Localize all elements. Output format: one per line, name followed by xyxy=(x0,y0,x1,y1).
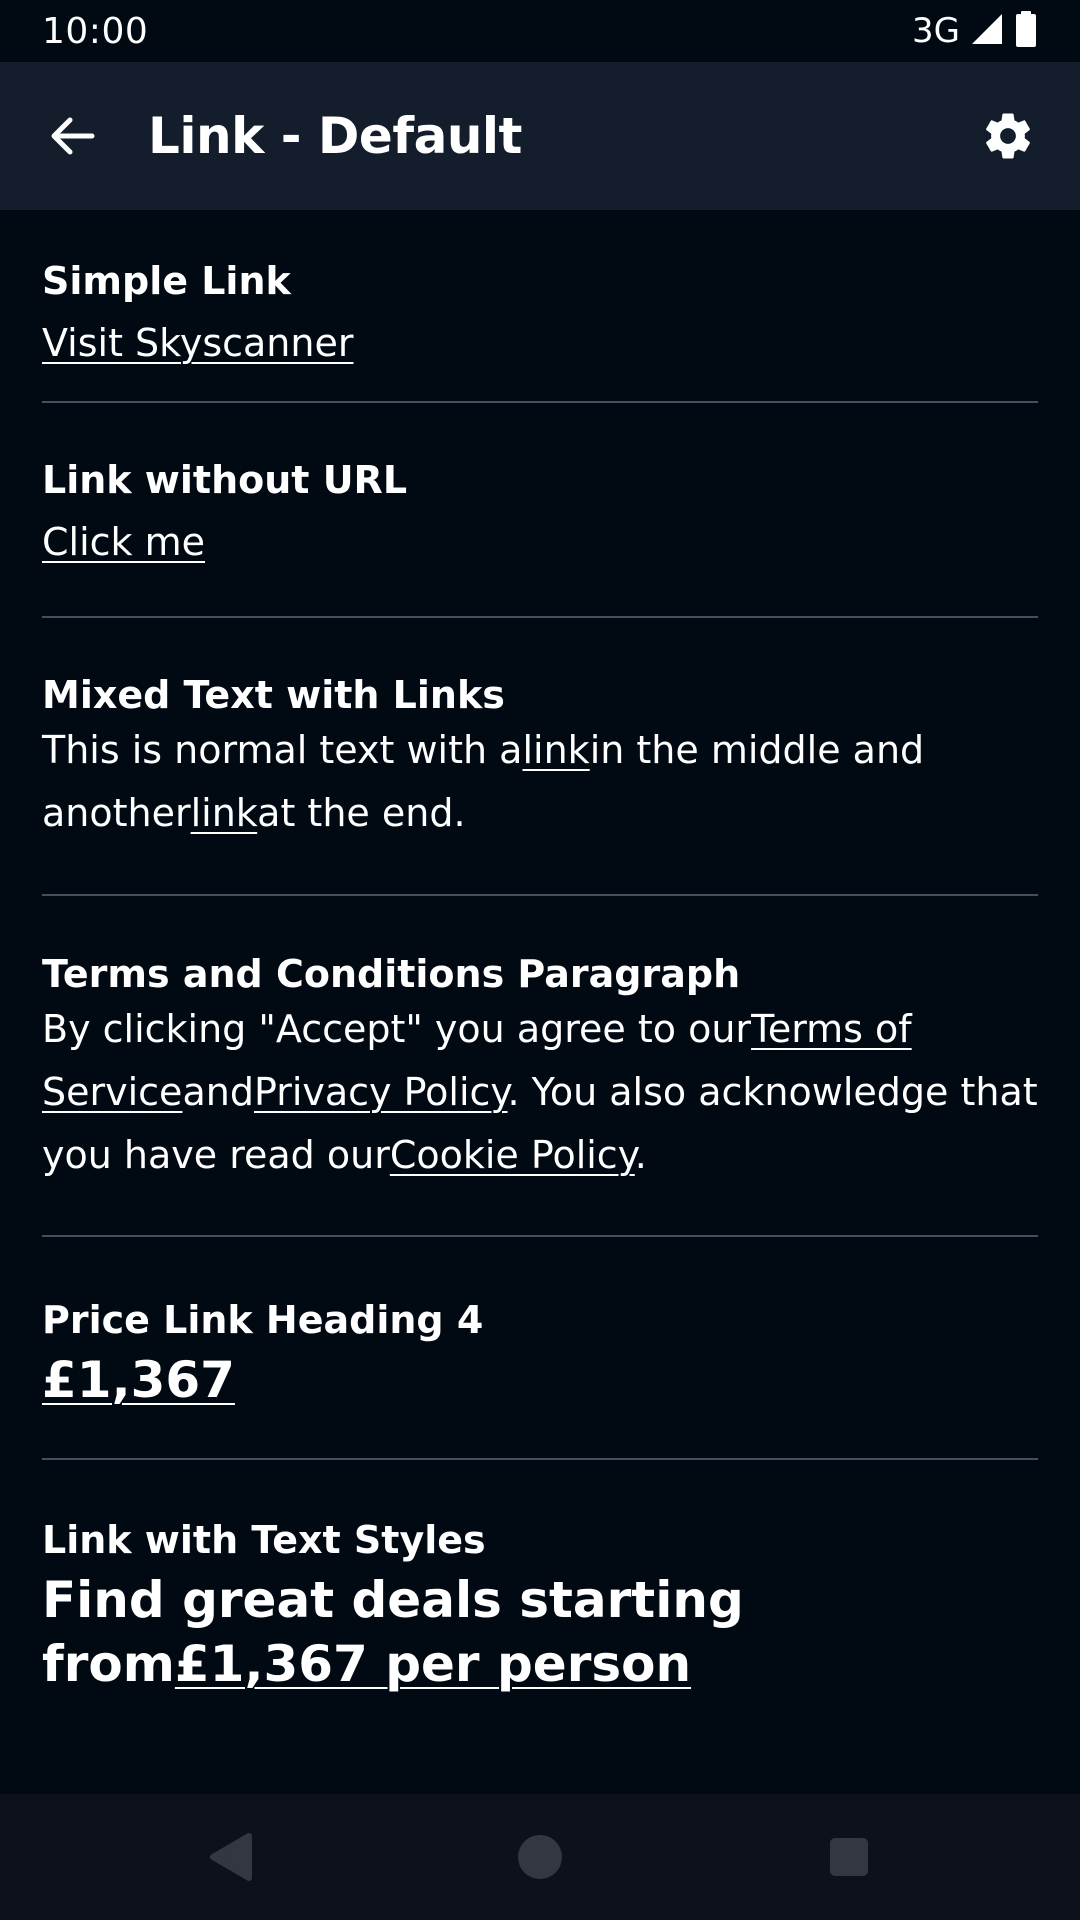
visit-skyscanner-link[interactable]: Visit Skyscanner xyxy=(42,321,353,365)
section-title: Link without URL xyxy=(42,458,408,502)
section-body: Click me xyxy=(42,511,1038,574)
end-link[interactable]: link xyxy=(191,791,258,835)
nav-back-icon xyxy=(210,1833,252,1881)
price-per-person-link[interactable]: £1,367 per person xyxy=(175,1635,691,1693)
page-title: Link - Default xyxy=(148,107,522,165)
terms-text-4: . xyxy=(634,1133,647,1177)
nav-recents-button[interactable] xyxy=(789,1794,909,1920)
mixed-text-3: at the end. xyxy=(257,791,466,835)
section-title: Mixed Text with Links xyxy=(42,673,505,717)
section-text-styles: Link with Text Styles Find great deals s… xyxy=(42,1460,1038,1696)
status-time: 10:00 xyxy=(42,10,149,52)
network-type: 3G xyxy=(912,11,960,51)
nav-recents-icon xyxy=(830,1838,868,1876)
section-mixed-text: Mixed Text with Links This is normal tex… xyxy=(42,618,1038,896)
status-icons: 3G xyxy=(912,11,1038,51)
nav-home-icon xyxy=(518,1835,562,1879)
price-link[interactable]: £1,367 xyxy=(42,1351,235,1409)
nav-back-button[interactable] xyxy=(170,1794,290,1920)
section-terms: Terms and Conditions Paragraph By clicki… xyxy=(42,896,1038,1237)
terms-text-2: and xyxy=(182,1070,254,1114)
section-body: Visit Skyscanner xyxy=(42,312,1038,375)
section-link-without-url: Link without URL Click me xyxy=(42,403,1038,618)
content: Simple Link Visit Skyscanner Link withou… xyxy=(42,210,1038,1696)
styled-paragraph: Find great deals starting from£1,367 per… xyxy=(42,1568,1038,1696)
gear-icon xyxy=(986,113,1030,159)
terms-paragraph: By clicking "Accept" you agree to ourTer… xyxy=(42,998,1038,1187)
app-bar: Link - Default xyxy=(0,62,1080,210)
mixed-paragraph: This is normal text with alinkin the mid… xyxy=(42,719,1038,845)
mixed-text-1: This is normal text with a xyxy=(42,728,523,772)
section-title: Price Link Heading 4 xyxy=(42,1298,484,1342)
section-simple-link: Simple Link Visit Skyscanner xyxy=(42,210,1038,403)
click-me-link[interactable]: Click me xyxy=(42,520,205,564)
nav-home-button[interactable] xyxy=(480,1794,600,1920)
back-button[interactable] xyxy=(42,106,102,166)
system-nav-bar xyxy=(0,1794,1080,1920)
price-body: £1,367 xyxy=(42,1347,1038,1413)
section-title: Terms and Conditions Paragraph xyxy=(42,952,741,996)
middle-link[interactable]: link xyxy=(522,728,589,772)
status-bar: 10:00 3G xyxy=(0,0,1080,62)
cookie-policy-link[interactable]: Cookie Policy xyxy=(390,1133,635,1177)
settings-button[interactable] xyxy=(978,106,1038,166)
arrow-left-icon xyxy=(51,117,95,155)
terms-text-1: By clicking "Accept" you agree to our xyxy=(42,1007,752,1051)
section-price-link: Price Link Heading 4 £1,367 xyxy=(42,1237,1038,1460)
battery-icon xyxy=(1014,11,1038,51)
section-title: Simple Link xyxy=(42,259,291,303)
privacy-policy-link[interactable]: Privacy Policy xyxy=(254,1070,508,1114)
signal-icon xyxy=(970,12,1004,50)
section-title: Link with Text Styles xyxy=(42,1518,486,1562)
